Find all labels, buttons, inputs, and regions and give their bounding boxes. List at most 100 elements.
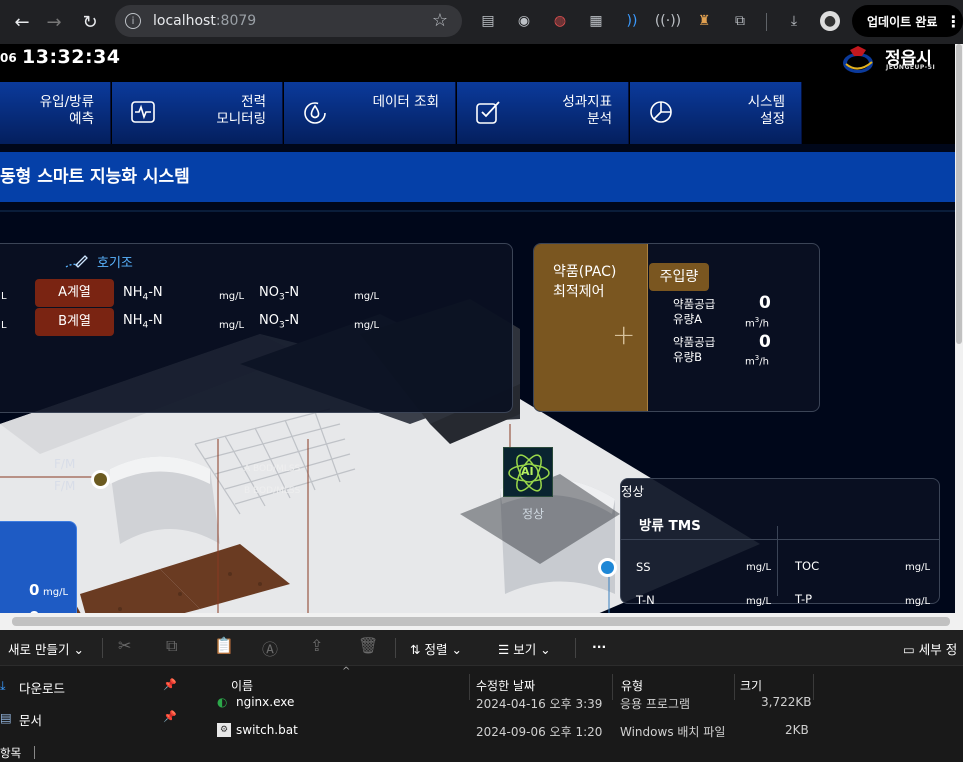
unit-left: L [1, 291, 7, 302]
checkbox-icon [476, 101, 500, 124]
scrollbar-thumb[interactable] [12, 617, 950, 626]
camera-extension-icon[interactable]: ◉ [514, 11, 534, 31]
aeration-label: 호기조 [97, 256, 133, 271]
figure-extension-icon[interactable]: ♜ [694, 11, 714, 31]
cut-icon[interactable]: ✂ [118, 636, 131, 655]
nav-item-documents[interactable]: ▤ 문서 📌 [0, 706, 190, 732]
more-menu-icon[interactable]: ⋮ [945, 12, 961, 31]
flow-unit: mg/L [43, 587, 69, 598]
tms-marker[interactable] [598, 558, 617, 577]
nh4-label: NH4-N [123, 313, 163, 331]
tms-title: 방류 TMS [639, 518, 701, 534]
record-extension-icon[interactable]: ◍ [550, 11, 570, 31]
supply-b-value: 0 [759, 332, 771, 352]
pie-chart-icon [650, 101, 672, 123]
app-header: 06 13:32:34 정읍시 JEONGEUP-SI [0, 44, 963, 82]
menu-label: 데이터 조회 [372, 94, 439, 110]
tms-tp-unit: mg/L [905, 596, 931, 607]
copy-icon[interactable]: ⧉ [166, 636, 177, 656]
pin-icon[interactable]: 📌 [163, 710, 177, 723]
fm-label-2: F/M [54, 479, 76, 493]
share-icon[interactable]: ⇪ [310, 636, 323, 655]
file-row[interactable]: ⚙ switch.bat 2024-09-06 오후 1:20 Windows … [197, 720, 963, 742]
web-app: 06 13:32:34 정읍시 JEONGEUP-SI 유입/방류 예측 전력 모니… [0, 44, 963, 630]
supply-b-label: 약품공급 [673, 335, 716, 349]
broadcast-extension-icon[interactable]: ((·)) [655, 11, 681, 31]
tms-tp-label: T-P [795, 592, 813, 606]
more-options-button[interactable]: ··· [592, 639, 606, 654]
tms-ss-label: SS [636, 560, 651, 574]
tms-ss-unit: mg/L [746, 562, 772, 573]
menu-power-monitoring[interactable]: 전력 모니터링 [112, 82, 283, 144]
exe-icon: ◐ [217, 695, 228, 709]
wave-extension-icon[interactable]: )) [622, 11, 642, 31]
explorer-toolbar: 새로 만들기 ⌄ ✂ ⧉ 📋 Ⓐ ⇪ 🗑 ⇅ 정렬 ⌄ ☰ 보기 ⌄ ··· ▭… [0, 630, 963, 666]
tms-status: 정상 [621, 484, 645, 499]
print-extension-icon[interactable]: ▤ [478, 11, 498, 31]
file-modified: 2024-09-06 오후 1:20 [476, 725, 603, 739]
plus-icon[interactable]: + [612, 318, 635, 351]
city-logo[interactable]: 정읍시 JEONGEUP-SI [840, 44, 940, 78]
divider [777, 526, 778, 596]
no3-label: NO3-N [259, 285, 300, 303]
item-count-label: 항목 [0, 746, 22, 760]
grid-extension-icon[interactable]: ▦ [586, 11, 606, 31]
nh4-label: NH4-N [123, 285, 163, 303]
update-button[interactable]: 업데이트 완료 ⋮ [852, 5, 963, 37]
update-label: 업데이트 완료 [867, 14, 938, 29]
ai-status-icon[interactable]: AI [503, 447, 553, 497]
line-a-tag[interactable]: A계열 [35, 279, 114, 307]
reload-icon[interactable]: ↻ [76, 8, 104, 36]
supply-a-unit: m3/h [745, 316, 769, 330]
sort-button[interactable]: ⇅ 정렬 ⌄ [410, 639, 462, 658]
supply-a-label: 약품공급 [673, 297, 716, 311]
details-pane-button[interactable]: ▭ 세부 정 [903, 639, 957, 658]
nav-item-downloads[interactable]: ⤓ 다운로드 📌 [0, 674, 190, 700]
flow-value: 0 [29, 581, 40, 599]
browser-toolbar: ← → ↻ i localhost:8079 ☆ ▤ ◉ ◍ ▦ )) ((·)… [0, 0, 963, 44]
divider [102, 638, 103, 658]
view-button[interactable]: ☰ 보기 ⌄ [498, 639, 551, 658]
new-button[interactable]: 새로 만들기 ⌄ [8, 639, 84, 658]
bookmark-star-icon[interactable]: ☆ [432, 10, 448, 31]
fm-label-1: F/M [54, 457, 76, 471]
vertical-scrollbar[interactable] [955, 44, 963, 613]
profile-avatar[interactable]: ● [820, 11, 840, 31]
file-name: nginx.exe [236, 695, 295, 709]
menu-label-2: 모니터링 [216, 111, 266, 127]
pac-title-block[interactable]: 약품(PAC) 최적제어 + [534, 244, 648, 411]
no3-unit: mg/L [354, 320, 380, 331]
menu-label-2: 분석 [587, 111, 612, 127]
date-fragment: 06 [0, 51, 17, 65]
sort-up-icon: ^ [342, 666, 351, 677]
clock: 13:32:34 [22, 46, 121, 68]
no3-unit: mg/L [354, 291, 380, 302]
extensions-puzzle-icon[interactable]: ⧉ [730, 11, 750, 31]
address-bar[interactable]: i localhost:8079 ☆ [115, 5, 462, 37]
tms-tn-label: T-N [636, 593, 655, 607]
file-row[interactable]: ◐ nginx.exe 2024-04-16 오후 3:39 응용 프로그램 3… [197, 692, 963, 714]
menu-inflow-prediction[interactable]: 유입/방류 예측 [0, 82, 111, 144]
ai-status-label: 정상 [522, 507, 545, 521]
inject-amount-button[interactable]: 주입량 [649, 263, 709, 291]
supply-a-value: 0 [759, 293, 771, 313]
supply-b-unit: m3/h [745, 354, 769, 368]
pin-icon[interactable]: 📌 [163, 678, 177, 691]
horizontal-scrollbar[interactable] [0, 613, 963, 630]
city-emblem-icon [843, 46, 873, 73]
plant-3d-view[interactable]: F/M F/M A BOD/MLSS B BOD/MLSS AI 정상 호기조 … [0, 214, 963, 630]
fm-marker[interactable] [91, 470, 110, 489]
line-b-tag[interactable]: B계열 [35, 308, 114, 336]
site-info-icon[interactable]: i [125, 13, 141, 29]
menu-data-query[interactable]: 데이터 조회 [284, 82, 456, 144]
rename-icon[interactable]: Ⓐ [262, 636, 278, 660]
download-icon[interactable]: ⤓ [784, 11, 804, 31]
paste-icon[interactable]: 📋 [214, 636, 234, 655]
delete-icon[interactable]: 🗑 [358, 636, 378, 655]
download-folder-icon: ⤓ [0, 678, 6, 693]
menu-system-settings[interactable]: 시스템 설정 [630, 82, 802, 144]
forward-icon[interactable]: → [40, 8, 68, 36]
scrollbar-thumb[interactable] [956, 44, 962, 344]
back-icon[interactable]: ← [8, 8, 36, 36]
menu-kpi-analysis[interactable]: 성과지표 분석 [457, 82, 629, 144]
